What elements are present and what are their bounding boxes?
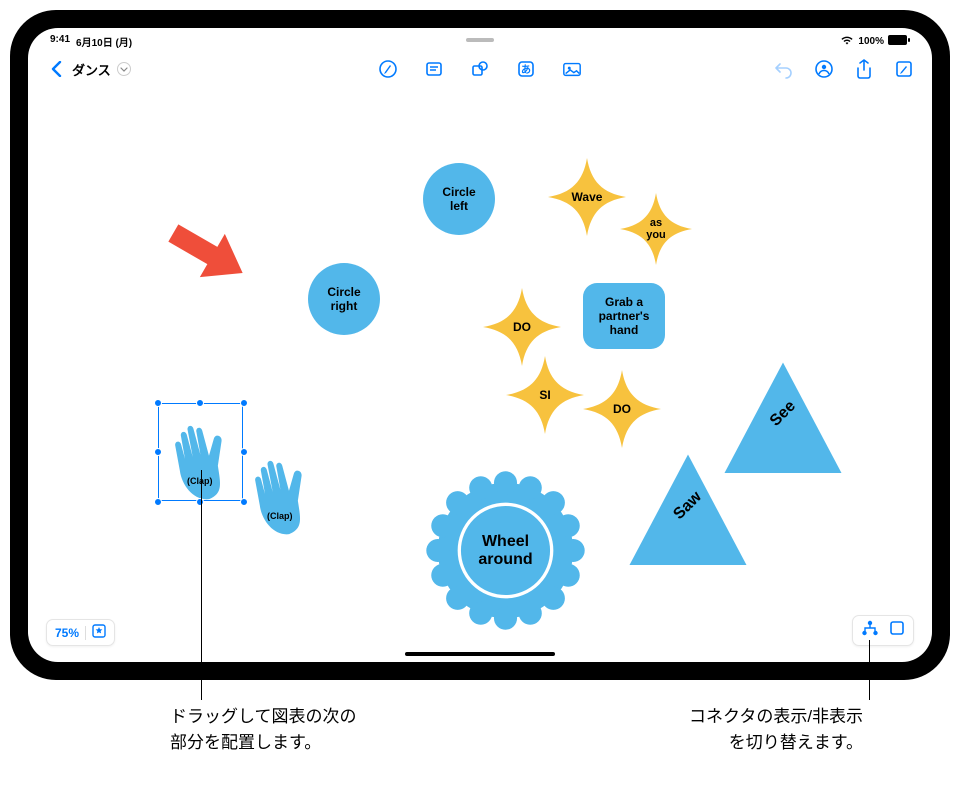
circle-left-label: Circle left: [434, 185, 484, 213]
screen: 9:41 6月10日 (月) 100% ダンス: [28, 28, 932, 662]
battery-percent: 100%: [858, 36, 884, 47]
do2-label: DO: [613, 402, 631, 416]
selection-handle[interactable]: [154, 399, 162, 407]
selection-handle[interactable]: [196, 498, 204, 506]
wave-label: Wave: [572, 190, 603, 204]
grab-label: Grab a partner's hand: [589, 295, 659, 337]
rectangle-icon[interactable]: [889, 620, 905, 641]
draw-tool-button[interactable]: [378, 59, 398, 79]
selection-handle[interactable]: [154, 498, 162, 506]
freeform-canvas[interactable]: Circle left Circle right Wave as you DO: [28, 88, 932, 662]
title-dropdown[interactable]: [117, 62, 131, 76]
callout-line-right: [869, 640, 870, 700]
as-you-label: as you: [641, 217, 671, 241]
status-date: 6月10日 (月): [76, 34, 132, 49]
edit-button[interactable]: [894, 59, 914, 79]
clap-hand-2-shape[interactable]: (Clap): [243, 443, 333, 538]
wheel-around-shape[interactable]: Wheel around: [423, 468, 588, 633]
connector-toggle[interactable]: [852, 615, 914, 646]
collaborate-button[interactable]: [814, 59, 834, 79]
zoom-control[interactable]: 75%: [46, 619, 115, 646]
image-button[interactable]: [562, 59, 582, 79]
status-bar: 9:41 6月10日 (月) 100%: [28, 28, 932, 50]
selection-handle[interactable]: [196, 399, 204, 407]
circle-right-shape[interactable]: Circle right: [308, 263, 380, 335]
document-title[interactable]: ダンス: [72, 60, 111, 79]
home-indicator: [405, 652, 555, 656]
callout-left: ドラッグして図表の次の 部分を配置します。: [170, 704, 357, 755]
callout-line-left: [201, 470, 202, 700]
selection-handle[interactable]: [240, 399, 248, 407]
selection-handle[interactable]: [240, 448, 248, 456]
as-you-star-shape[interactable]: as you: [620, 193, 692, 265]
saw-triangle-shape[interactable]: Saw: [623, 448, 753, 563]
star-icon[interactable]: [92, 624, 106, 641]
do-star-2-shape[interactable]: DO: [583, 370, 661, 448]
undo-button[interactable]: [774, 59, 794, 79]
zoom-value: 75%: [55, 626, 79, 640]
status-time: 9:41: [50, 34, 70, 49]
separator: [85, 626, 86, 640]
share-button[interactable]: [854, 59, 874, 79]
circle-left-shape[interactable]: Circle left: [423, 163, 495, 235]
wifi-icon: [840, 35, 854, 48]
clap2-label: (Clap): [267, 511, 293, 521]
si-star-shape[interactable]: SI: [506, 356, 584, 434]
selection-handle[interactable]: [154, 448, 162, 456]
ipad-frame: 9:41 6月10日 (月) 100% ダンス: [10, 10, 950, 680]
red-arrow-shape[interactable]: [163, 218, 253, 293]
battery-icon: [888, 35, 910, 48]
sticky-note-button[interactable]: [424, 59, 444, 79]
svg-text:あ: あ: [521, 63, 531, 76]
do-star-1-shape[interactable]: DO: [483, 288, 561, 366]
back-button[interactable]: [46, 59, 66, 79]
si-label: SI: [539, 388, 550, 402]
text-button[interactable]: あ: [516, 59, 536, 79]
hierarchy-icon[interactable]: [861, 620, 879, 641]
circle-right-label: Circle right: [319, 285, 369, 313]
connector-lines: [28, 88, 328, 238]
selection-handle[interactable]: [240, 498, 248, 506]
top-toolbar: ダンス あ: [28, 52, 932, 86]
wave-star-shape[interactable]: Wave: [548, 158, 626, 236]
shapes-button[interactable]: [470, 59, 490, 79]
grab-partner-shape[interactable]: Grab a partner's hand: [583, 283, 665, 349]
do1-label: DO: [513, 320, 531, 334]
wheel-label: Wheel around: [466, 533, 546, 569]
callout-right: コネクタの表示/非表示 を切り替えます。: [689, 704, 863, 755]
